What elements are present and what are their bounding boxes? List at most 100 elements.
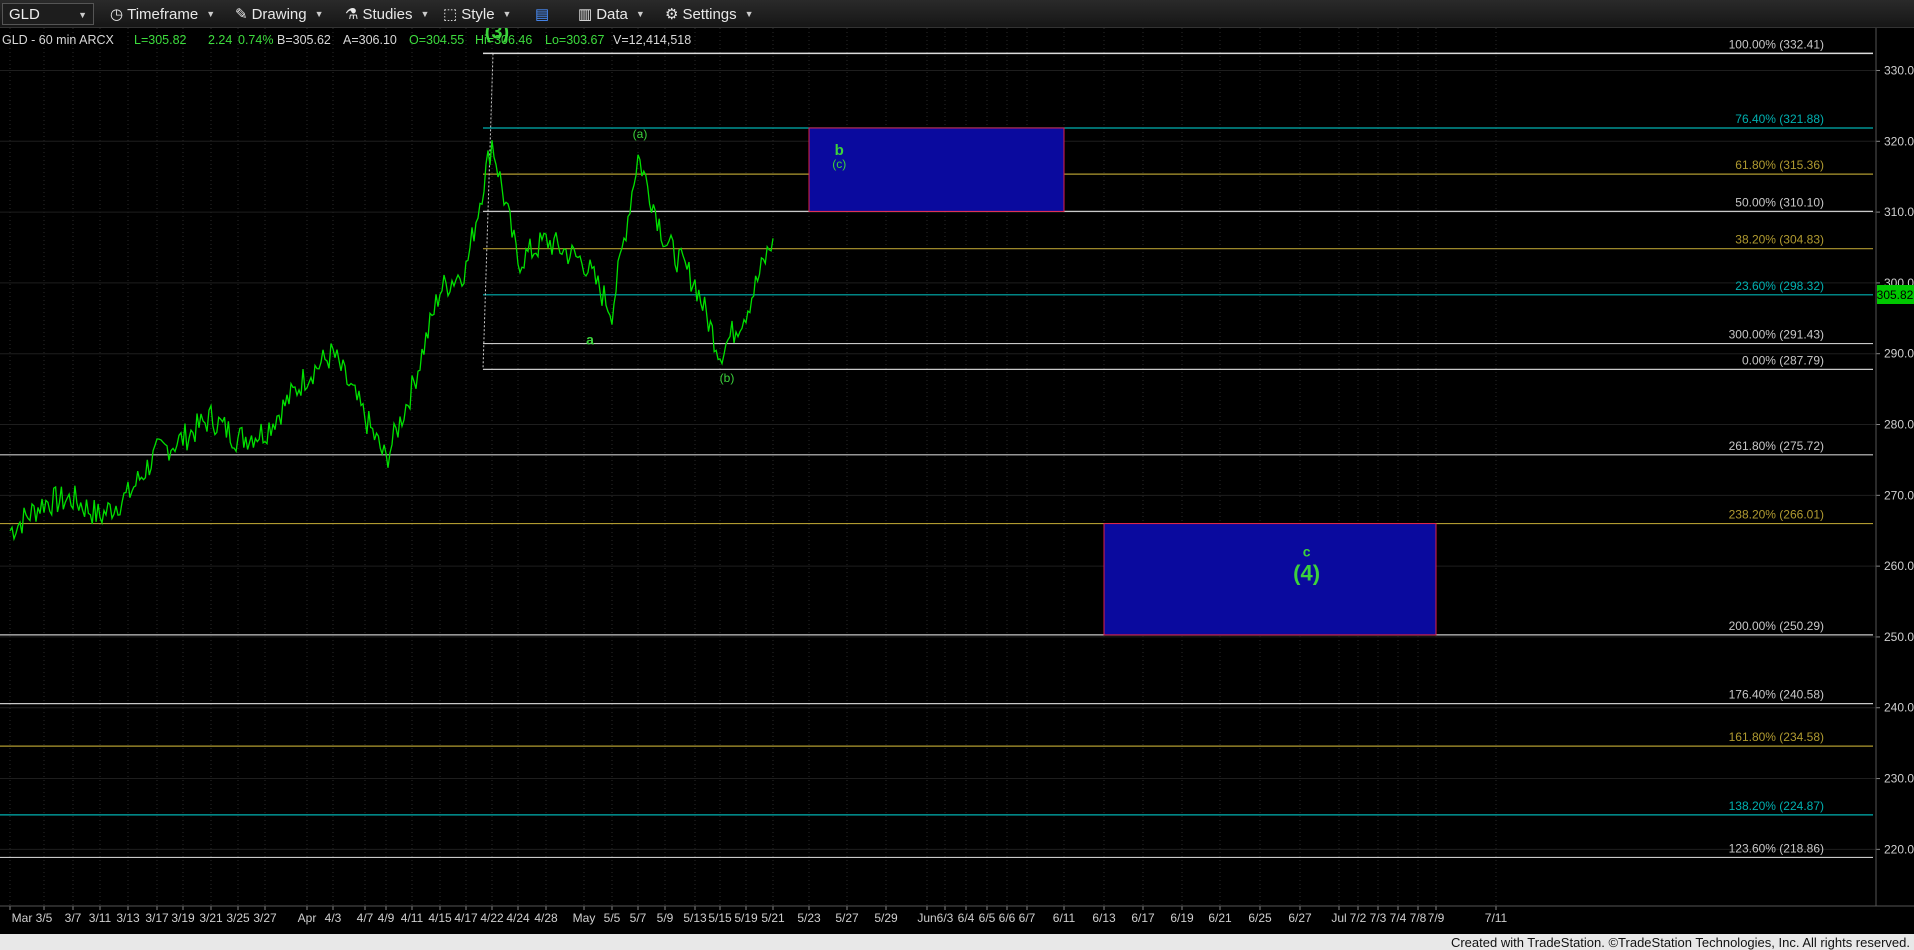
x-tick-label: 5/9 xyxy=(657,911,674,925)
target-box xyxy=(808,127,1065,212)
x-tick-label: 4/28 xyxy=(534,911,558,925)
y-tick-label: 250.00 xyxy=(1884,630,1914,644)
last-price-tag: 305.82 xyxy=(1877,285,1914,304)
price-axis: 220.00 230.00 240.00 250.00 260.00 270.00 280.… xyxy=(1876,28,1914,906)
chevron-down-icon: ▼ xyxy=(206,9,216,19)
header-low: Lo=303.67 xyxy=(545,33,604,47)
x-tick-label: 5/23 xyxy=(797,911,821,925)
x-tick-label: 5/29 xyxy=(874,911,898,925)
x-tick-label: 6/27 xyxy=(1288,911,1312,925)
x-tick-label: 6/11 xyxy=(1053,911,1076,925)
x-tick-label: 3/27 xyxy=(253,911,277,925)
y-tick-label: 310.00 xyxy=(1884,205,1914,219)
wave-label: (a) xyxy=(633,127,648,141)
fib-label: 61.80% (315.36) xyxy=(1735,158,1824,172)
y-tick-label: 280.00 xyxy=(1884,418,1914,432)
y-tick-label: 220.00 xyxy=(1884,842,1914,856)
gear-icon: ⚙ xyxy=(665,6,679,23)
timeframe-menu[interactable]: ◷ Timeframe ▼ xyxy=(110,4,215,24)
chevron-down-icon: ▼ xyxy=(78,10,87,20)
style-menu[interactable]: ⬚ Style ▼ xyxy=(443,4,511,24)
x-tick-label: 6/13 xyxy=(1092,911,1116,925)
fib-label: 76.40% (321.88) xyxy=(1735,112,1824,126)
x-tick-label: 7/4 xyxy=(1390,911,1407,925)
header-last: L=305.82 xyxy=(134,33,187,47)
y-tick-label: 290.00 xyxy=(1884,347,1914,361)
y-tick-label: 230.00 xyxy=(1884,772,1914,786)
fib-label: 200.00% (250.29) xyxy=(1729,619,1824,633)
x-tick-label: Mar xyxy=(12,911,33,925)
price-chart[interactable]: 100.00% (332.41) 76.40% (321.88) 61.80% (3… xyxy=(0,0,1914,950)
fib-label: 300.00% (291.43) xyxy=(1729,328,1824,342)
x-tick-label: 3/13 xyxy=(116,911,140,925)
x-tick-label: Jul xyxy=(1331,911,1346,925)
x-tick-label: 6/6 xyxy=(999,911,1016,925)
x-tick-label: 3/11 xyxy=(89,911,112,925)
data-label: Data xyxy=(596,5,628,23)
x-tick-label: 4/15 xyxy=(428,911,452,925)
chart-toolbar: GLD ▼ ◷ Timeframe ▼ ✎ Drawing ▼ ⚗ Studie… xyxy=(0,0,1914,28)
x-tick-label: 7/9 xyxy=(1428,911,1445,925)
x-tick-label: 6/5 xyxy=(979,911,996,925)
wave-label: (b) xyxy=(720,371,735,385)
studies-label: Studies xyxy=(362,5,413,23)
x-tick-label: 4/3 xyxy=(325,911,342,925)
symbol-selector[interactable]: GLD ▼ xyxy=(2,3,94,25)
x-tick-label: 3/7 xyxy=(65,911,82,925)
x-tick-label: 5/27 xyxy=(835,911,859,925)
x-tick-label: 7/11 xyxy=(1485,911,1508,925)
wave-label: c xyxy=(1303,544,1311,560)
settings-label: Settings xyxy=(682,5,737,23)
drawing-menu[interactable]: ✎ Drawing ▼ xyxy=(235,4,324,24)
y-tick-label: 260.00 xyxy=(1884,559,1914,573)
x-tick-label: 4/24 xyxy=(506,911,530,925)
header-bid: B=305.62 xyxy=(277,33,331,47)
x-tick-label: 4/9 xyxy=(378,911,395,925)
x-tick-label: 3/17 xyxy=(145,911,169,925)
x-tick-label: 3/5 xyxy=(36,911,53,925)
layout-button[interactable]: ▤ xyxy=(535,4,549,24)
x-tick-label: 4/7 xyxy=(357,911,374,925)
last-price-tag-text: 305.82 xyxy=(1877,288,1914,302)
x-tick-label: 3/19 xyxy=(171,911,195,925)
layout-icon: ▤ xyxy=(535,6,550,23)
header-change-pct: 0.74% xyxy=(238,33,273,47)
studies-menu[interactable]: ⚗ Studies ▼ xyxy=(345,4,429,24)
flask-icon: ⚗ xyxy=(345,6,359,23)
footer-bar: Created with TradeStation. ©TradeStation… xyxy=(0,934,1914,950)
data-menu[interactable]: ▥ Data ▼ xyxy=(578,4,645,24)
svg-text:GLD - 60 min ARCX L=305.8: GLD - 60 min ARCX L=305.82 2.24 0.74% B=… xyxy=(2,33,691,47)
x-tick-label: 6/17 xyxy=(1131,911,1155,925)
x-tick-label: May xyxy=(573,911,596,925)
header-high: Hi=306.46 xyxy=(475,33,532,47)
fib-label: 138.20% (224.87) xyxy=(1729,799,1824,813)
x-tick-label: 6/7 xyxy=(1019,911,1036,925)
style-label: Style xyxy=(461,5,495,23)
fib-label: 100.00% (332.41) xyxy=(1729,37,1824,51)
x-tick-label: 5/19 xyxy=(734,911,758,925)
timeframe-label: Timeframe xyxy=(127,5,199,23)
fib-label: 176.40% (240.58) xyxy=(1729,688,1824,702)
drawing-label: Drawing xyxy=(251,5,307,23)
x-tick-label: 6/21 xyxy=(1208,911,1232,925)
chevron-down-icon: ▼ xyxy=(314,9,324,19)
x-tick-label: 6/19 xyxy=(1170,911,1194,925)
fib-label: 38.20% (304.83) xyxy=(1735,233,1824,247)
x-tick-label: 6/4 xyxy=(958,911,975,925)
y-tick-label: 330.00 xyxy=(1884,63,1914,77)
pencil-icon: ✎ xyxy=(235,6,248,23)
header-open: O=304.55 xyxy=(409,33,464,47)
settings-menu[interactable]: ⚙ Settings ▼ xyxy=(665,4,754,24)
x-tick-label: 4/22 xyxy=(480,911,504,925)
x-tick-label: 4/17 xyxy=(454,911,478,925)
chevron-down-icon: ▼ xyxy=(502,9,512,19)
x-tick-label: 7/3 xyxy=(1370,911,1387,925)
x-tick-label: 7/2 xyxy=(1350,911,1367,925)
copyright-text: Created with TradeStation. ©TradeStation… xyxy=(1450,935,1910,950)
header-change: 2.24 xyxy=(208,33,232,47)
symbol-text: GLD xyxy=(9,5,40,23)
fib-label: 23.60% (298.32) xyxy=(1735,279,1824,293)
x-tick-label: 5/7 xyxy=(630,911,647,925)
x-tick-label: Jun xyxy=(917,911,936,925)
x-tick-label: Apr xyxy=(298,911,317,925)
